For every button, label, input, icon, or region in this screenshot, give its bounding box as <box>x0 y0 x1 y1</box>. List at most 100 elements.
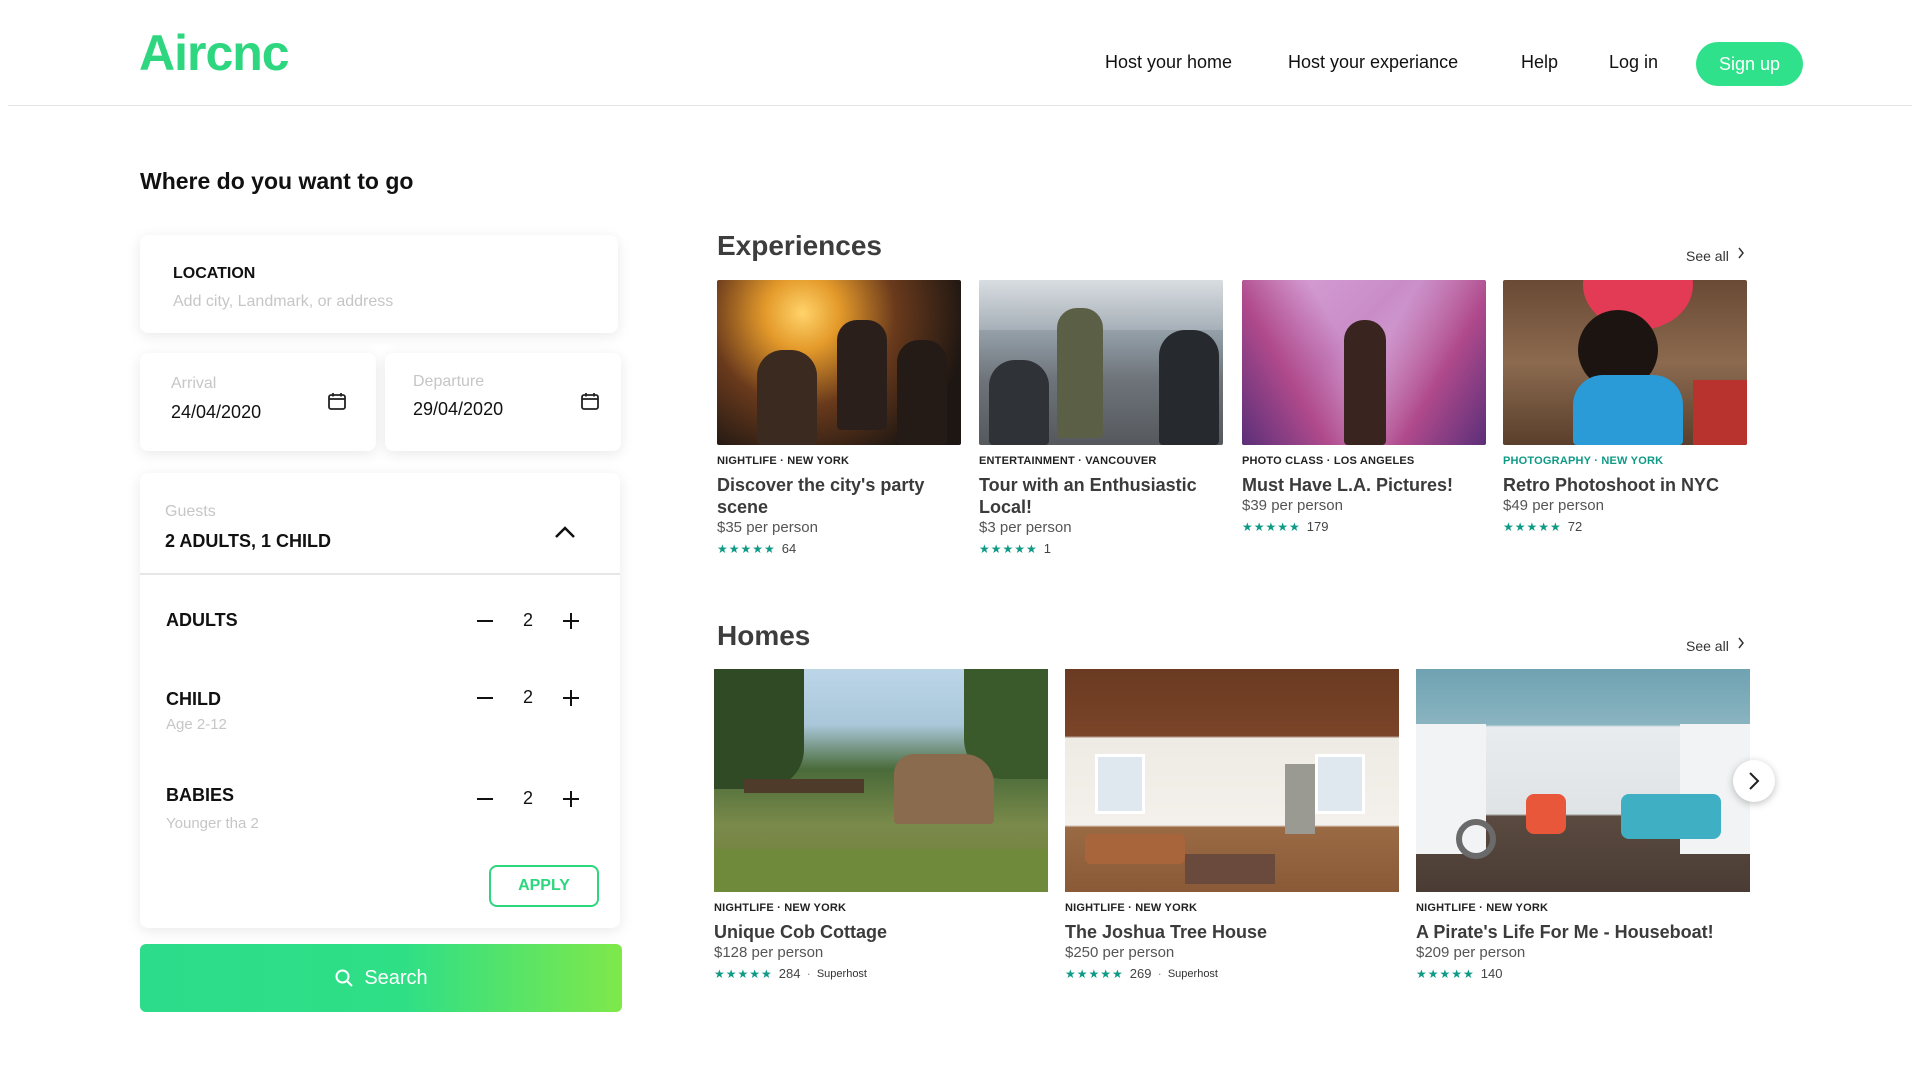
calendar-icon[interactable] <box>580 391 600 411</box>
experience-rating: ★★★★★ 179 <box>1242 519 1486 534</box>
homes-see-all[interactable]: See all <box>1686 637 1745 654</box>
search-button-label: Search <box>364 966 428 989</box>
babies-count: 2 <box>522 788 533 808</box>
rating-count: 179 <box>1306 519 1329 534</box>
home-price: $209 per person <box>1416 944 1526 961</box>
experience-category: NIGHTLIFE · NEW YORK <box>717 455 850 467</box>
guests-value: 2 ADULTS, 1 CHILD <box>165 531 332 551</box>
apply-button[interactable]: APPLY <box>489 865 599 907</box>
arrival-field[interactable]: Arrival 24/04/2020 <box>140 353 376 451</box>
separator-dot: · <box>806 966 811 981</box>
nav-login[interactable]: Log in <box>1609 52 1658 73</box>
nav-host-experience[interactable]: Host your experiance <box>1288 52 1458 73</box>
signup-button[interactable]: Sign up <box>1696 42 1803 86</box>
plus-icon[interactable] <box>559 787 583 811</box>
star-rating-icon: ★★★★★ <box>1503 519 1562 534</box>
search-button[interactable]: Search <box>140 944 622 1012</box>
separator-dot: · <box>1157 966 1162 981</box>
experience-card[interactable]: NIGHTLIFE · NEW YORK Discover the city's… <box>717 280 961 556</box>
location-label: LOCATION <box>173 265 256 282</box>
home-category: NIGHTLIFE · NEW YORK <box>714 902 847 914</box>
plus-icon[interactable] <box>559 609 583 633</box>
rating-count: 1 <box>1043 541 1052 556</box>
star-rating-icon: ★★★★★ <box>717 541 776 556</box>
logo[interactable]: Aircnc <box>139 24 290 82</box>
child-count: 2 <box>522 687 533 707</box>
nav-help[interactable]: Help <box>1521 52 1558 73</box>
homes-title: Homes <box>717 620 811 651</box>
top-header: Aircnc Host your home Host your experian… <box>8 0 1912 106</box>
experience-price: $39 per person <box>1242 497 1343 514</box>
experiences-title: Experiences <box>717 230 882 261</box>
minus-icon[interactable] <box>473 609 497 633</box>
home-category: NIGHTLIFE · NEW YORK <box>1065 902 1198 914</box>
location-card[interactable]: LOCATION <box>140 235 618 333</box>
experience-category: PHOTO CLASS · LOS ANGELES <box>1242 455 1415 467</box>
guests-panel: Guests 2 ADULTS, 1 CHILD ADULTS 2 CHILD … <box>140 473 620 928</box>
arrival-value: 24/04/2020 <box>171 402 262 422</box>
rating-count: 140 <box>1480 966 1503 981</box>
experience-image <box>1242 280 1486 445</box>
arrival-label: Arrival <box>171 375 217 392</box>
experience-price: $3 per person <box>979 519 1072 536</box>
experience-rating: ★★★★★ 64 <box>717 541 961 556</box>
experience-category: ENTERTAINMENT · VANCOUVER <box>979 455 1157 467</box>
experience-title: Discover the city's party scene <box>717 475 925 517</box>
home-price: $250 per person <box>1065 944 1175 961</box>
home-card[interactable]: NIGHTLIFE · NEW YORK A Pirate's Life For… <box>1416 669 1750 981</box>
experience-card[interactable]: PHOTO CLASS · LOS ANGELES Must Have L.A.… <box>1242 280 1486 534</box>
experience-price: $49 per person <box>1503 497 1604 514</box>
child-age-hint: Age 2-12 <box>166 716 227 733</box>
rating-count: 72 <box>1567 519 1583 534</box>
home-title: A Pirate's Life For Me - Houseboat! <box>1416 922 1714 942</box>
star-rating-icon: ★★★★★ <box>1242 519 1301 534</box>
home-title: Unique Cob Cottage <box>714 922 887 942</box>
search-icon <box>335 969 354 987</box>
departure-label: Departure <box>413 373 485 390</box>
home-category: NIGHTLIFE · NEW YORK <box>1416 902 1549 914</box>
home-card[interactable]: NIGHTLIFE · NEW YORK Unique Cob Cottage … <box>714 669 1048 981</box>
see-all-label: See all <box>1686 248 1729 264</box>
home-image <box>714 669 1048 892</box>
rating-count: 64 <box>781 541 797 556</box>
minus-icon[interactable] <box>473 787 497 811</box>
home-card[interactable]: NIGHTLIFE · NEW YORK The Joshua Tree Hou… <box>1065 669 1399 981</box>
rating-count: 269 <box>1129 966 1152 981</box>
superhost-badge: Superhost <box>1167 967 1218 980</box>
home-image <box>1416 669 1750 892</box>
chevron-right-icon <box>1749 772 1760 790</box>
chevron-right-icon <box>1738 637 1744 649</box>
calendar-icon[interactable] <box>327 391 347 411</box>
experience-image <box>1503 280 1747 445</box>
adults-label: ADULTS <box>166 610 238 630</box>
child-label: CHILD <box>166 689 221 709</box>
star-rating-icon: ★★★★★ <box>979 541 1038 556</box>
experience-title: Tour with an Enthusiastic Local! <box>979 475 1197 517</box>
minus-icon[interactable] <box>473 686 497 710</box>
experience-image <box>717 280 961 445</box>
babies-age-hint: Younger tha 2 <box>166 815 259 832</box>
experience-rating: ★★★★★ 72 <box>1503 519 1747 534</box>
home-title: The Joshua Tree House <box>1065 922 1268 942</box>
see-all-label: See all <box>1686 638 1729 654</box>
search-heading: Where do you want to go <box>140 168 414 194</box>
chevron-right-icon <box>1738 247 1744 259</box>
rating-count: 284 <box>778 966 801 981</box>
experience-title: Retro Photoshoot in NYC <box>1503 475 1719 495</box>
guests-label: Guests <box>165 503 216 520</box>
plus-icon[interactable] <box>559 686 583 710</box>
carousel-next-button[interactable] <box>1733 760 1775 802</box>
chevron-up-icon[interactable] <box>554 525 576 539</box>
home-price: $128 per person <box>714 944 824 961</box>
experiences-see-all[interactable]: See all <box>1686 247 1745 264</box>
experience-price: $35 per person <box>717 519 818 536</box>
experience-image <box>979 280 1223 445</box>
star-rating-icon: ★★★★★ <box>714 966 773 981</box>
nav-host-home[interactable]: Host your home <box>1105 52 1232 73</box>
experience-card[interactable]: PHOTOGRAPHY · NEW YORK Retro Photoshoot … <box>1503 280 1747 534</box>
location-input[interactable] <box>173 293 573 311</box>
home-image <box>1065 669 1399 892</box>
experience-card[interactable]: ENTERTAINMENT · VANCOUVER Tour with an E… <box>979 280 1223 556</box>
guests-dropdown[interactable]: Guests 2 ADULTS, 1 CHILD <box>140 473 620 575</box>
departure-field[interactable]: Departure 29/04/2020 <box>385 353 621 451</box>
